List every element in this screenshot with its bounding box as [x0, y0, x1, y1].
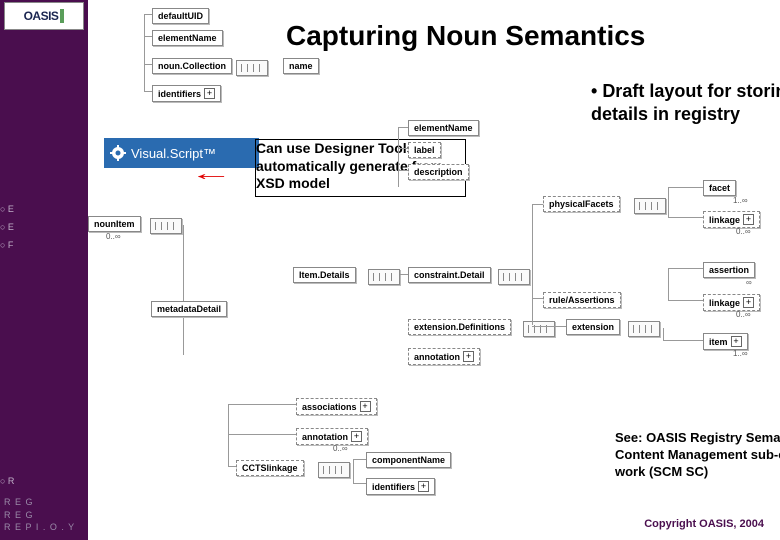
node-identifiers2: identifiers+ [366, 478, 435, 495]
seq-icon [150, 218, 182, 234]
expand-icon: + [463, 351, 474, 362]
node-linkage1: linkage+ [703, 211, 760, 228]
registry-text: R E G R E G R E P I . O . Y [4, 496, 75, 534]
oasis-logo-text: OASIS [24, 9, 59, 23]
sidebar-hint: ○ R [0, 476, 14, 486]
callout-text: Can use Designer Tools to automatically … [256, 140, 456, 193]
expand-icon: + [731, 336, 742, 347]
node-physicalFacets: physicalFacets [543, 196, 620, 212]
node-extensionDefinitions: extension.Definitions [408, 319, 511, 335]
node-cctsLinkage: CCTSlinkage [236, 460, 304, 476]
expand-icon: + [743, 297, 754, 308]
node-constraintDetail: constraint.Detail [408, 267, 491, 283]
node-assertion: assertion [703, 262, 755, 278]
node-elementName2: elementName [408, 120, 479, 136]
bullet-right: • Draft layout for storing noun details … [591, 80, 780, 125]
seq-icon [628, 321, 660, 337]
expand-icon: + [204, 88, 215, 99]
sidebar-hint: ○ E [0, 204, 14, 214]
node-item: item+ [703, 333, 748, 350]
node-name: name [283, 58, 319, 74]
seq-icon [318, 462, 350, 478]
sidebar-hint: ○ F [0, 240, 13, 250]
oasis-logo: OASIS [4, 2, 84, 30]
red-arrow-icon: ← [189, 163, 233, 186]
node-itemDetails: Item.Details [293, 267, 356, 283]
seq-icon [498, 269, 530, 285]
expand-icon: + [418, 481, 429, 492]
page-title: Capturing Noun Semantics [286, 20, 645, 52]
node-linkage2: linkage+ [703, 294, 760, 311]
node-elementName1: elementName [152, 30, 223, 46]
node-annotation: annotation+ [296, 428, 368, 445]
copyright: Copyright OASIS, 2004 [644, 518, 764, 530]
expand-icon: + [351, 431, 362, 442]
node-ruleAssertions: rule/Assertions [543, 292, 621, 308]
node-nounCollection: noun.Collection [152, 58, 232, 74]
node-facet: facet [703, 180, 736, 196]
seq-icon [368, 269, 400, 285]
visualscript-badge: Visual.Script™ [104, 138, 259, 168]
gear-icon [110, 145, 126, 161]
expand-icon: + [743, 214, 754, 225]
node-metadataDetail: metadataDetail [151, 301, 227, 317]
node-associations: associations+ [296, 398, 377, 415]
seq-icon [236, 60, 268, 76]
node-annotation2: annotation+ [408, 348, 480, 365]
see-note: See: OASIS Registry Semantic Content Man… [615, 430, 780, 481]
seq-icon [634, 198, 666, 214]
sidebar-hint: ○ E [0, 222, 14, 232]
seq-icon [523, 321, 555, 337]
node-nounItem: nounItem [88, 216, 141, 232]
node-componentName: componentName [366, 452, 451, 468]
node-extension: extension [566, 319, 620, 335]
expand-icon: + [360, 401, 371, 412]
node-defaultUID: defaultUID [152, 8, 209, 24]
node-identifiers1: identifiers+ [152, 85, 221, 102]
visualscript-label: Visual.Script™ [131, 146, 216, 161]
